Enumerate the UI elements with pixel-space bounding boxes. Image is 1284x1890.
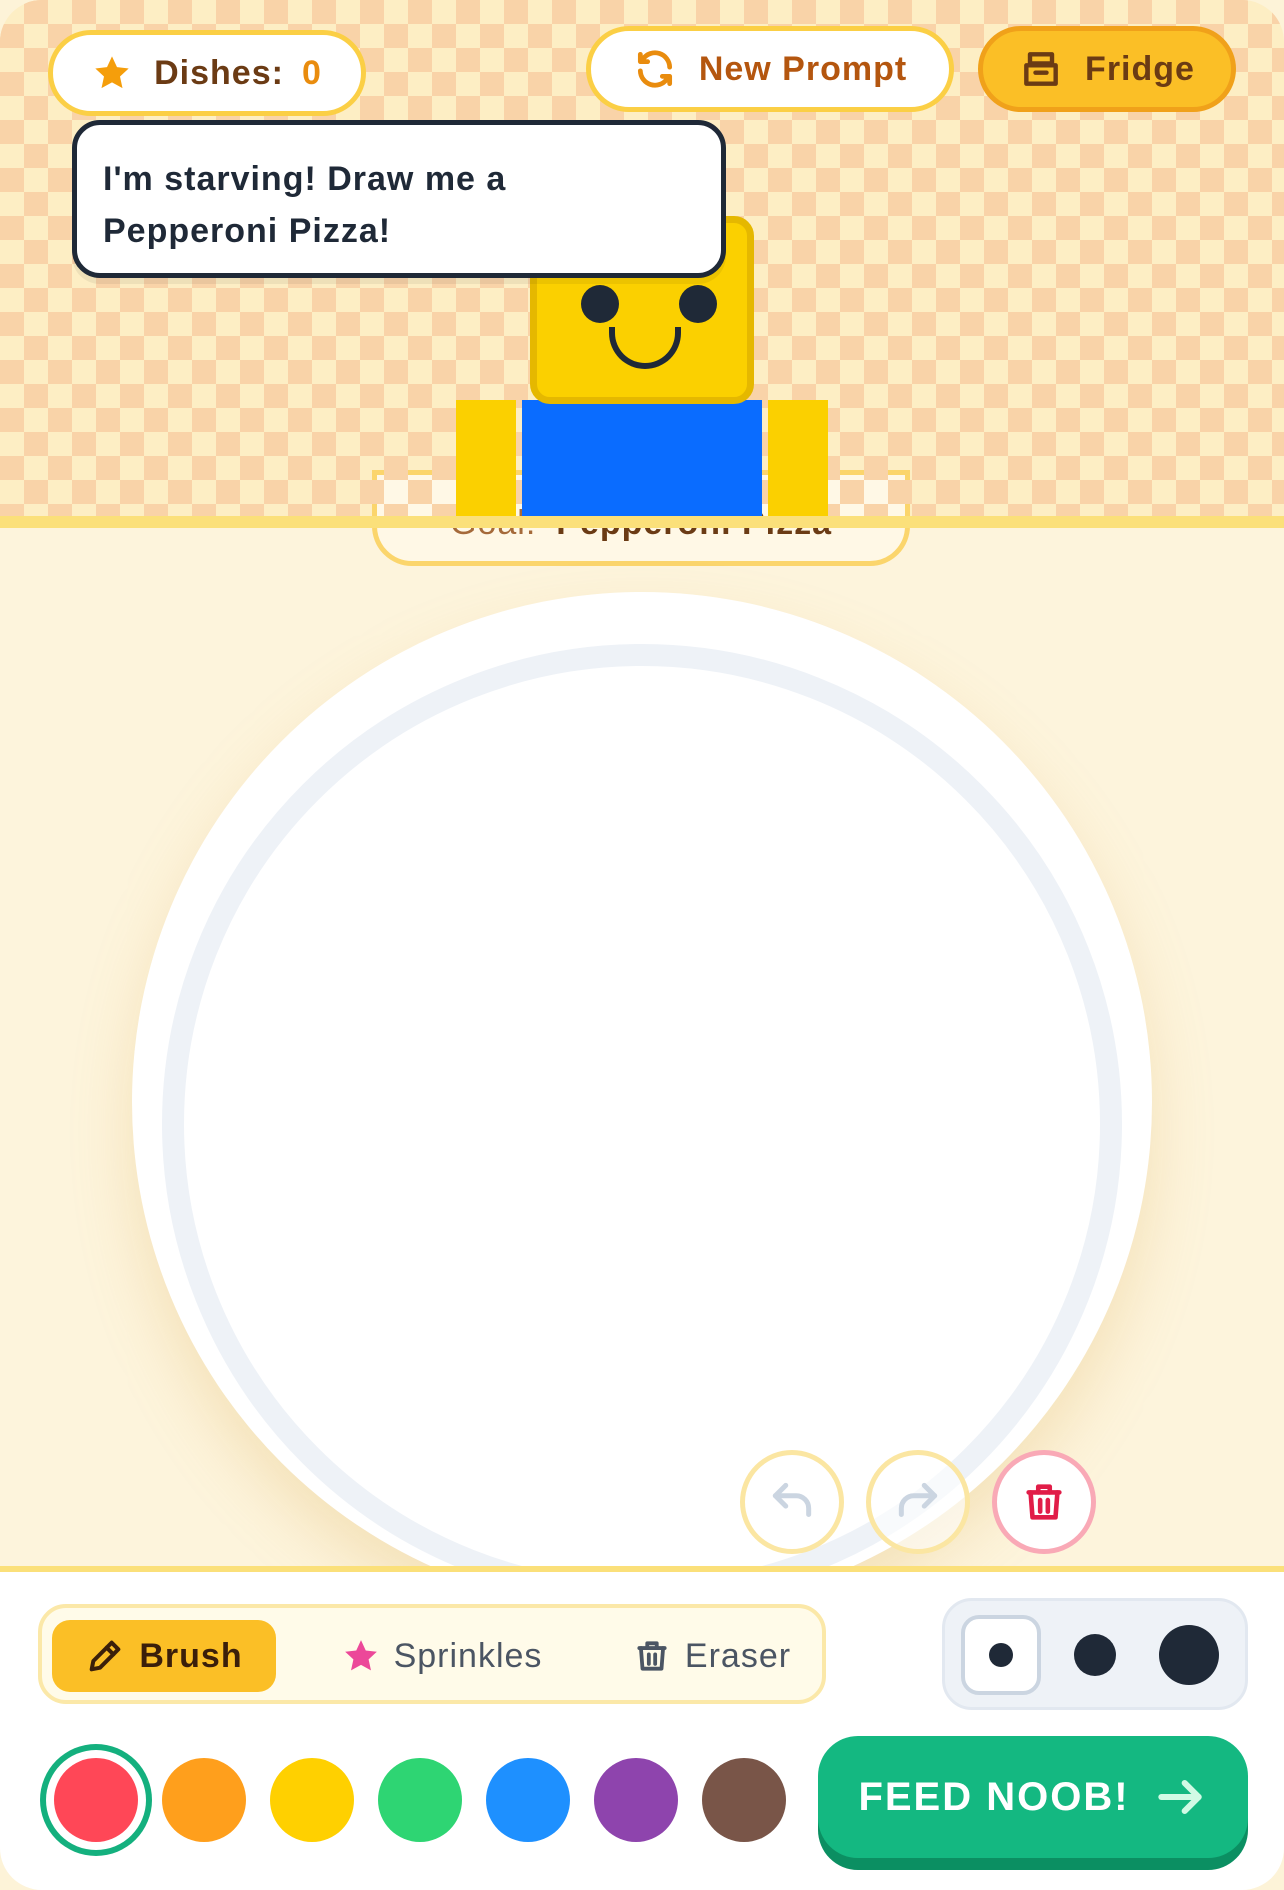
- brush-size-small[interactable]: [961, 1615, 1041, 1695]
- color-swatch-yellow[interactable]: [270, 1758, 354, 1842]
- tool-eraser-label: Eraser: [684, 1636, 792, 1675]
- noob-left-arm: [456, 400, 516, 520]
- feed-noob-label: FEED NOOB!: [858, 1774, 1130, 1819]
- color-swatch-brown[interactable]: [702, 1758, 786, 1842]
- color-swatch-red[interactable]: [54, 1758, 138, 1842]
- tool-eraser[interactable]: Eraser: [612, 1620, 812, 1692]
- dishes-label: Dishes:: [154, 53, 284, 92]
- noob-right-eye: [679, 285, 717, 323]
- redo-icon: [898, 1482, 938, 1517]
- color-swatch-green[interactable]: [378, 1758, 462, 1842]
- undo-icon: [772, 1482, 812, 1517]
- color-swatch-blue[interactable]: [486, 1758, 570, 1842]
- size-dot-large: [1159, 1625, 1219, 1685]
- color-swatch-orange[interactable]: [162, 1758, 246, 1842]
- brush-size-selector: [942, 1598, 1248, 1710]
- dishes-counter: Dishes: 0: [48, 30, 366, 116]
- plate: [132, 592, 1152, 1612]
- new-prompt-label: New Prompt: [698, 49, 908, 88]
- refresh-icon: [637, 50, 672, 88]
- fridge-label: Fridge: [1085, 49, 1195, 88]
- color-swatch-purple[interactable]: [594, 1758, 678, 1842]
- noob-left-eye: [581, 285, 619, 323]
- speech-bubble: I'm starving! Draw me a Pepperoni Pizza!: [72, 120, 726, 278]
- pencil-icon: [90, 1640, 121, 1672]
- speech-line-1: I'm starving! Draw me a: [103, 160, 507, 198]
- tool-sprinkles[interactable]: Sprinkles: [322, 1620, 562, 1692]
- speech-line-2: Pepperoni Pizza!: [103, 212, 392, 250]
- undo-button[interactable]: [740, 1450, 844, 1554]
- size-dot-small: [989, 1643, 1013, 1667]
- noob-smile: [609, 327, 681, 369]
- trash-icon: [1026, 1484, 1062, 1520]
- noob-right-arm: [768, 400, 828, 520]
- tool-selector: Brush Sprinkles Eraser: [38, 1604, 826, 1704]
- clear-canvas-button[interactable]: [992, 1450, 1096, 1554]
- tool-brush-label: Brush: [139, 1636, 243, 1675]
- star-icon: [95, 56, 129, 89]
- tool-sprinkles-label: Sprinkles: [393, 1636, 543, 1675]
- trash-icon: [637, 1641, 667, 1671]
- star-icon: [344, 1640, 377, 1671]
- noob-torso: [522, 400, 762, 520]
- fridge-icon: [1024, 52, 1058, 86]
- arrow-right-icon: [1157, 1779, 1202, 1815]
- toolbar-divider: [0, 1566, 1284, 1572]
- drawing-canvas[interactable]: [162, 644, 1122, 1604]
- scene-divider: [0, 516, 1284, 528]
- size-dot-medium: [1074, 1634, 1116, 1676]
- redo-button[interactable]: [866, 1450, 970, 1554]
- brush-size-large[interactable]: [1149, 1615, 1229, 1695]
- app-root: Goal: Pepperoni Pizza Dishes: 0 New Prom…: [0, 0, 1284, 1890]
- brush-size-medium[interactable]: [1055, 1615, 1135, 1695]
- new-prompt-button[interactable]: New Prompt: [586, 26, 954, 112]
- feed-noob-button[interactable]: FEED NOOB!: [818, 1736, 1248, 1858]
- fridge-button[interactable]: Fridge: [978, 26, 1236, 112]
- tool-brush[interactable]: Brush: [52, 1620, 276, 1692]
- dishes-count: 0: [301, 53, 322, 92]
